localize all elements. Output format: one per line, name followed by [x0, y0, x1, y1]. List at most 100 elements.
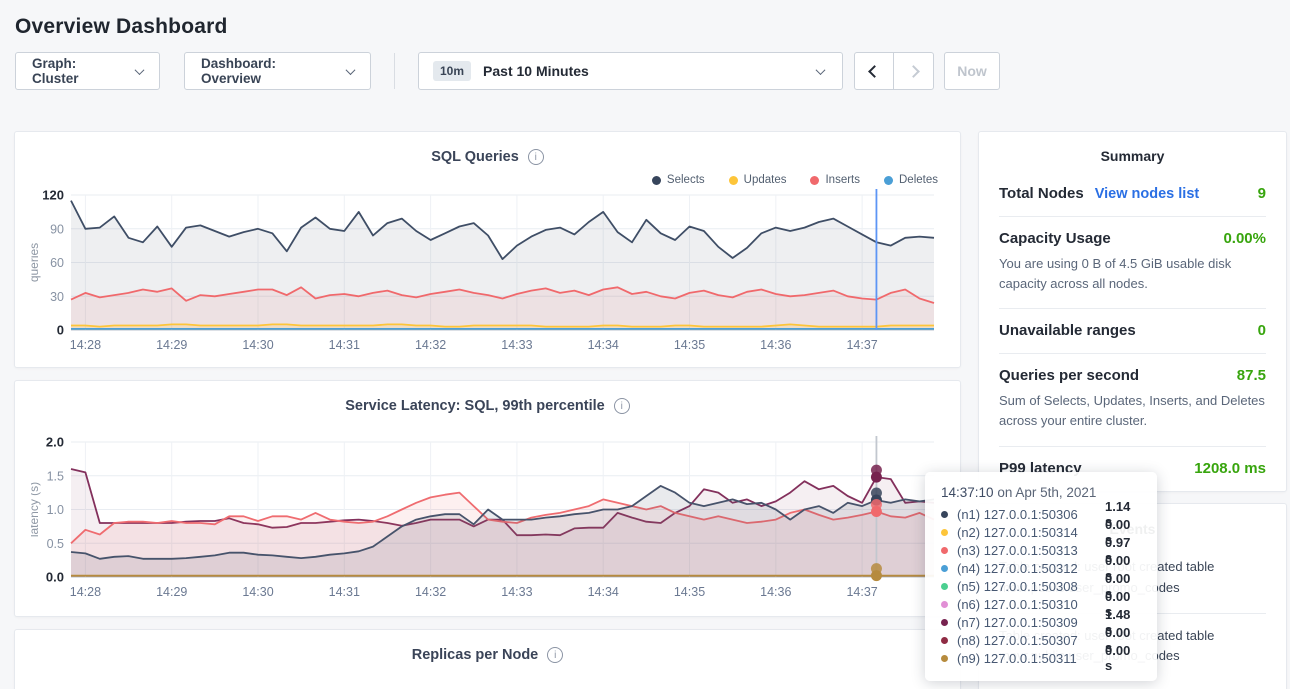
- replicas-per-node-card: Replicas per Node: [14, 629, 961, 689]
- metric-value: 87.5: [1237, 367, 1266, 384]
- legend-item[interactable]: Updates: [729, 173, 787, 187]
- chevron-down-icon: [816, 65, 826, 75]
- svg-text:14:31: 14:31: [329, 338, 360, 352]
- svg-text:14:37: 14:37: [846, 585, 877, 599]
- series-dot-icon: [941, 619, 948, 626]
- legend-dot-icon: [652, 176, 661, 185]
- svg-text:14:29: 14:29: [156, 338, 187, 352]
- info-icon[interactable]: [614, 398, 630, 414]
- legend-label: Selects: [667, 174, 705, 186]
- series-dot-icon: [941, 637, 948, 644]
- service-latency-card: Service Latency: SQL, 99th percentile 0.…: [14, 380, 961, 617]
- metric-label: Unavailable ranges: [999, 322, 1136, 339]
- time-nav-group: [854, 52, 934, 90]
- svg-text:90: 90: [50, 222, 64, 236]
- legend-label: Updates: [744, 174, 787, 186]
- tooltip-date: on Apr 5th, 2021: [997, 485, 1096, 500]
- info-icon[interactable]: [528, 149, 544, 165]
- chevron-down-icon: [135, 65, 145, 75]
- summary-metric: Capacity Usage 0.00% You are using 0 B of …: [999, 217, 1266, 309]
- service-latency-chart[interactable]: 0.00.51.01.52.014:2814:2914:3014:3114:32…: [31, 436, 946, 600]
- series-dot-icon: [941, 547, 948, 554]
- legend-item[interactable]: Deletes: [884, 173, 938, 187]
- legend-dot-icon: [810, 176, 819, 185]
- svg-text:14:28: 14:28: [70, 338, 101, 352]
- graph-dropdown-label: Graph: Cluster: [32, 56, 126, 86]
- metric-value: 0.00%: [1223, 230, 1266, 247]
- tooltip-node-label: (n1) 127.0.0.1:50306: [957, 507, 1105, 522]
- sql-queries-chart[interactable]: 030609012014:2814:2914:3014:3114:3214:33…: [31, 189, 946, 353]
- svg-text:0: 0: [57, 323, 64, 338]
- chart-title-row: Service Latency: SQL, 99th percentile: [15, 381, 960, 414]
- time-back-button[interactable]: [854, 52, 894, 90]
- svg-text:1.0: 1.0: [47, 503, 64, 517]
- tooltip-time: 14:37:10: [941, 485, 997, 500]
- svg-text:14:30: 14:30: [242, 585, 273, 599]
- summary-panel: Summary Total Nodes View nodes list 9 Capac…: [978, 131, 1287, 492]
- svg-text:14:31: 14:31: [329, 585, 360, 599]
- metric-label: Capacity Usage: [999, 230, 1111, 247]
- chart-tooltip: 14:37:10 on Apr 5th, 2021 (n1) 127.0.0.1…: [925, 472, 1157, 681]
- svg-text:1.5: 1.5: [47, 469, 64, 483]
- series-dot-icon: [941, 583, 948, 590]
- time-range-dropdown[interactable]: 10m Past 10 Minutes: [418, 52, 843, 90]
- svg-text:14:36: 14:36: [760, 338, 791, 352]
- legend-item[interactable]: Selects: [652, 173, 705, 187]
- series-dot-icon: [941, 529, 948, 536]
- toolbar: Graph: Cluster Dashboard: Overview 10m P…: [15, 52, 1290, 90]
- legend-item[interactable]: Inserts: [810, 173, 860, 187]
- svg-text:14:33: 14:33: [501, 338, 532, 352]
- chart-title-row: Replicas per Node: [15, 630, 960, 663]
- metric-value: 0: [1258, 322, 1266, 339]
- chart-title: SQL Queries: [431, 149, 519, 165]
- svg-text:30: 30: [50, 290, 64, 304]
- summary-metrics: Total Nodes View nodes list 9 Capacity Usag…: [999, 172, 1266, 491]
- svg-text:latency (s): latency (s): [31, 482, 41, 537]
- toolbar-divider: [394, 53, 395, 89]
- charts-column: SQL Queries Selects Updates Inserts Deletes…: [14, 131, 961, 689]
- metric-value: 1208.0 ms: [1194, 460, 1266, 477]
- chart-legend: Selects Updates Inserts Deletes: [15, 165, 960, 187]
- svg-text:14:34: 14:34: [588, 585, 619, 599]
- tooltip-node-label: (n2) 127.0.0.1:50314: [957, 525, 1105, 540]
- svg-text:queries: queries: [31, 243, 41, 282]
- svg-text:14:32: 14:32: [415, 585, 446, 599]
- svg-text:14:37: 14:37: [846, 338, 877, 352]
- tooltip-node-label: (n8) 127.0.0.1:50307: [957, 633, 1105, 648]
- metric-description: You are using 0 B of 4.5 GiB usable disk…: [999, 254, 1266, 294]
- summary-metric: Total Nodes View nodes list 9: [999, 172, 1266, 217]
- svg-text:14:35: 14:35: [674, 338, 705, 352]
- metric-description: Sum of Selects, Updates, Inserts, and De…: [999, 391, 1266, 431]
- tooltip-value: 0.00 s: [1105, 643, 1141, 673]
- summary-metric: Queries per second87.5Sum of Selects, Up…: [999, 354, 1266, 446]
- series-dot-icon: [941, 565, 948, 572]
- chevron-down-icon: [346, 65, 356, 75]
- info-icon[interactable]: [547, 647, 563, 663]
- tooltip-node-label: (n3) 127.0.0.1:50313: [957, 543, 1105, 558]
- summary-heading: Summary: [999, 148, 1266, 172]
- tooltip-rows: (n1) 127.0.0.1:503061.14 s(n2) 127.0.0.1…: [941, 505, 1141, 667]
- page-title: Overview Dashboard: [0, 0, 1290, 39]
- svg-text:2.0: 2.0: [46, 436, 64, 450]
- time-forward-button[interactable]: [894, 52, 934, 90]
- chart-title: Replicas per Node: [412, 647, 539, 663]
- time-range-badge: 10m: [433, 61, 471, 81]
- dashboard-dropdown[interactable]: Dashboard: Overview: [184, 52, 371, 90]
- legend-label: Inserts: [825, 174, 860, 186]
- dashboard-dropdown-label: Dashboard: Overview: [201, 56, 337, 86]
- tooltip-node-label: (n5) 127.0.0.1:50308: [957, 579, 1105, 594]
- svg-text:120: 120: [42, 189, 64, 203]
- svg-text:14:35: 14:35: [674, 585, 705, 599]
- tooltip-node-label: (n9) 127.0.0.1:50311: [957, 651, 1105, 666]
- svg-text:14:34: 14:34: [588, 338, 619, 352]
- view-nodes-link[interactable]: View nodes list: [1095, 186, 1200, 202]
- summary-metric: Unavailable ranges 0: [999, 309, 1266, 354]
- chevron-right-icon: [907, 65, 920, 78]
- now-button[interactable]: Now: [944, 52, 1000, 90]
- svg-text:14:30: 14:30: [242, 338, 273, 352]
- svg-text:14:32: 14:32: [415, 338, 446, 352]
- metric-label: Total Nodes: [999, 185, 1084, 202]
- graph-dropdown[interactable]: Graph: Cluster: [15, 52, 160, 90]
- metric-value: 9: [1258, 185, 1266, 202]
- series-dot-icon: [941, 511, 948, 518]
